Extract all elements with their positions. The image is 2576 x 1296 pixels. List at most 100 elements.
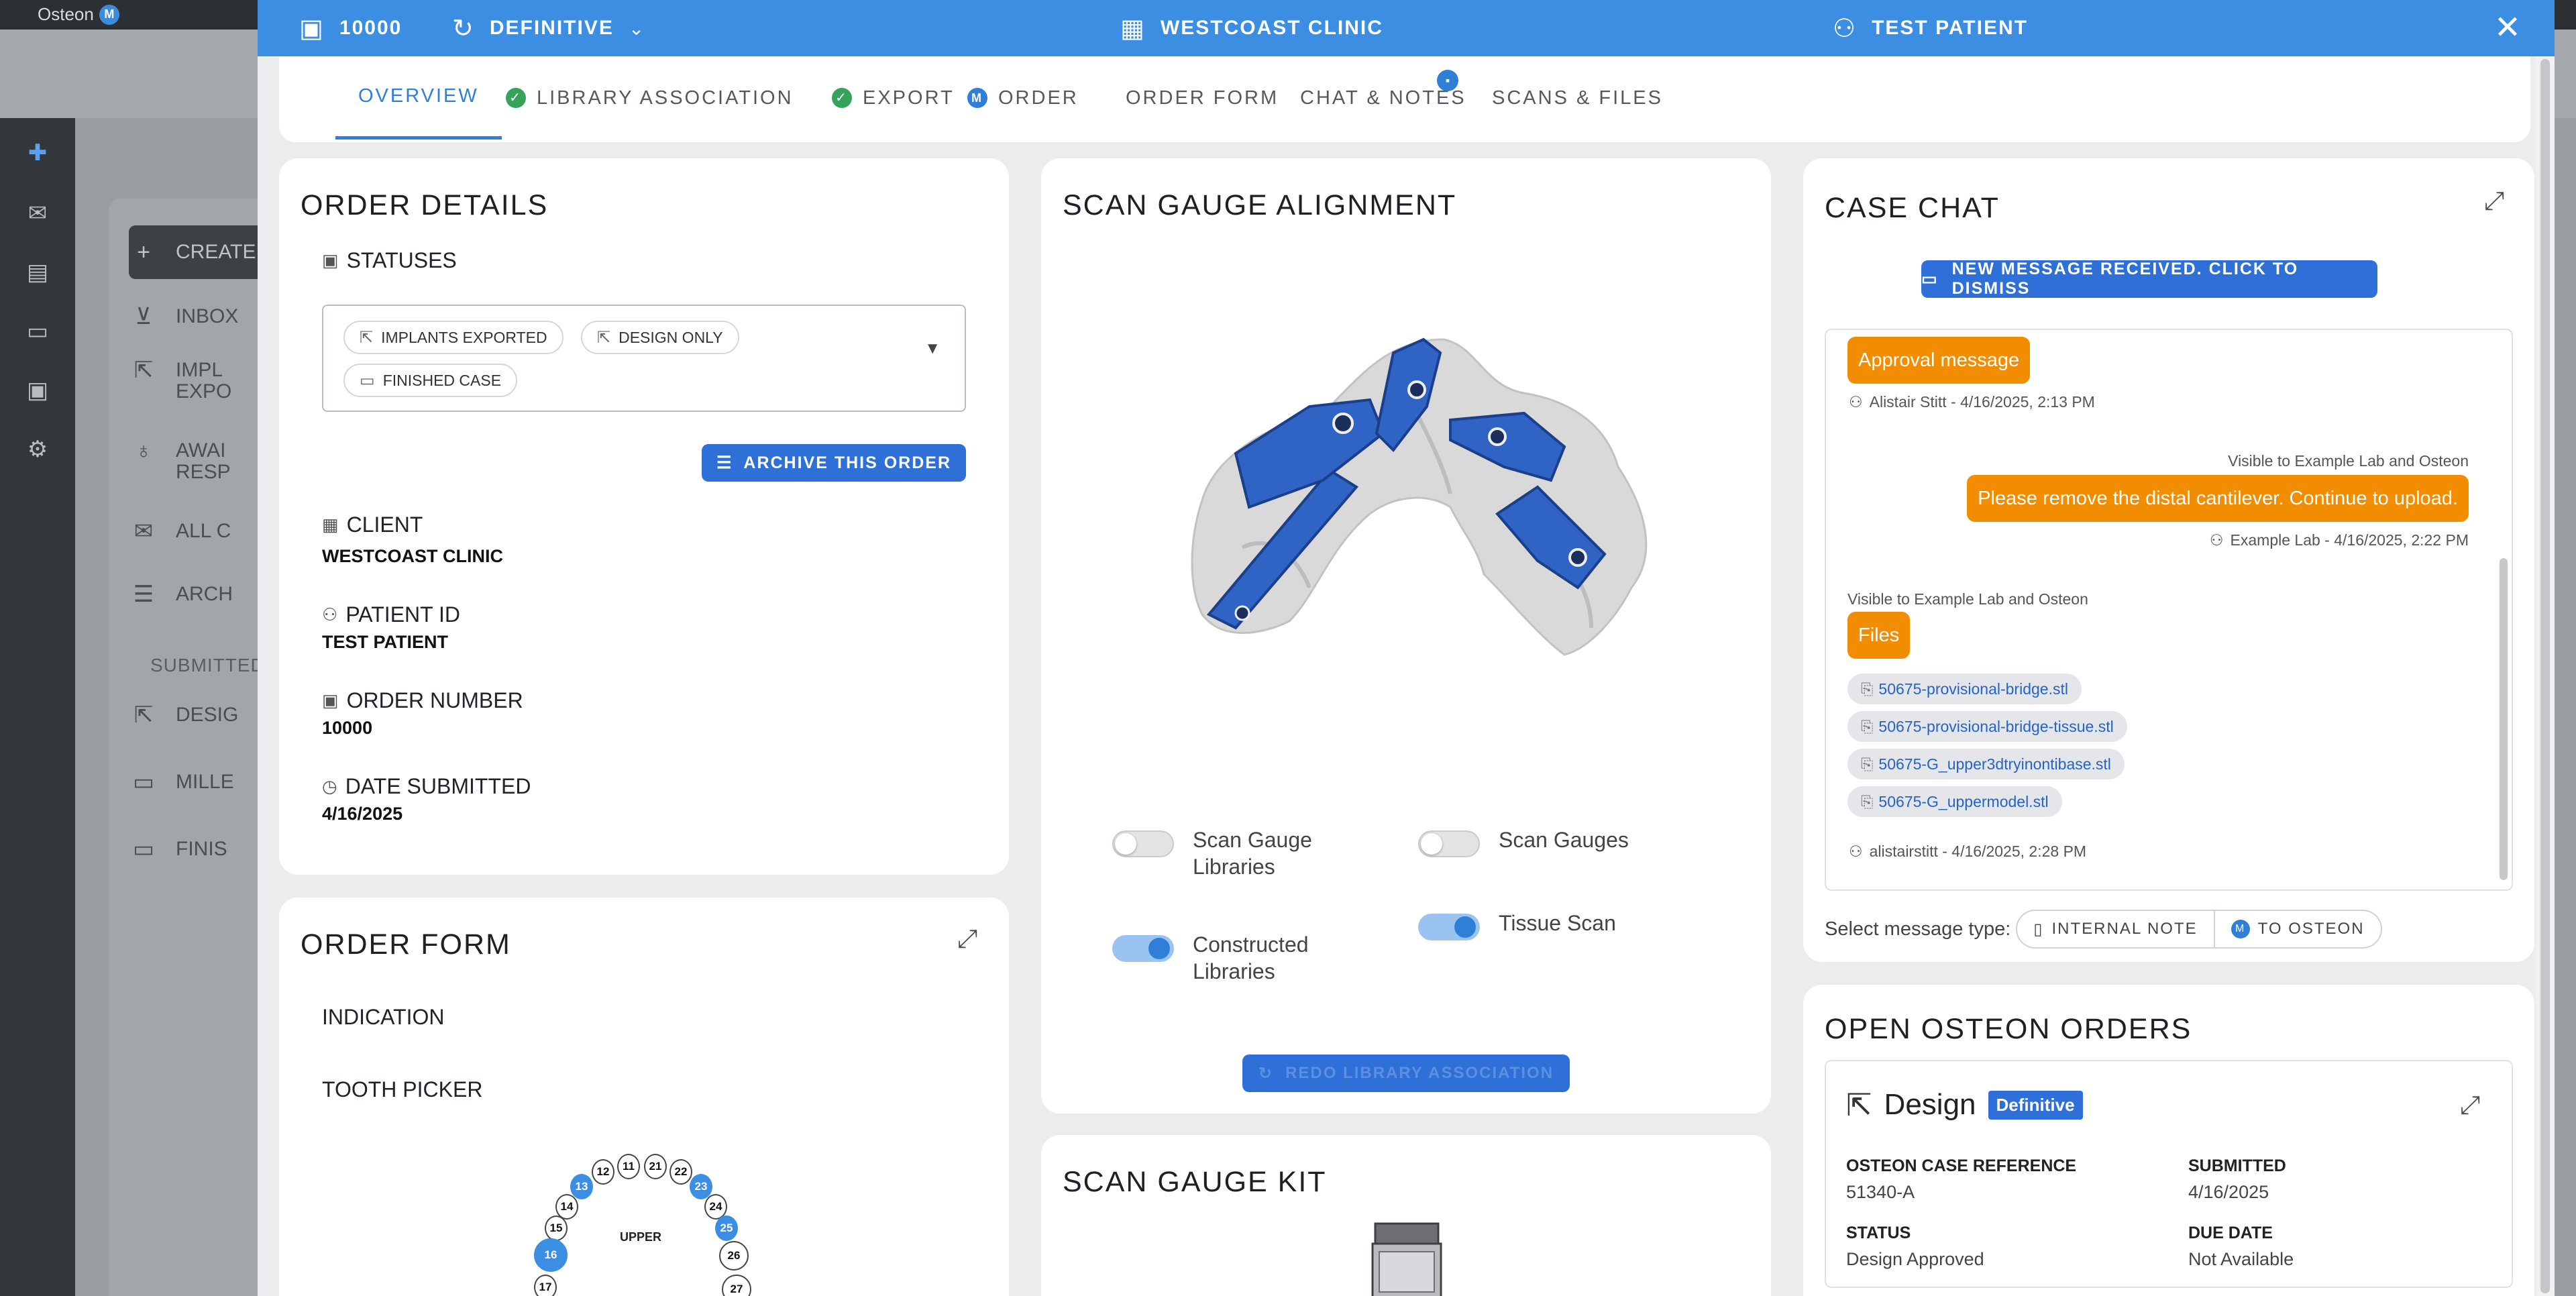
date-submitted-label: DATE SUBMITTED [345,774,531,798]
tooth-21[interactable]: 21 [644,1154,667,1179]
refresh-clock-icon: ↻ [452,14,475,43]
toggle-switch[interactable] [1418,830,1480,857]
chat-message-meta-text: Example Lab - 4/16/2025, 2:22 PM [2230,531,2469,549]
redo-library-association-button[interactable]: ↻ REDO LIBRARY ASSOCIATION [1242,1055,1570,1092]
modal-scrollbar-thumb[interactable] [2540,59,2550,1293]
header-patient-text: TEST PATIENT [1872,17,2028,39]
open-order-name: Design [1884,1088,1976,1121]
clipboard-icon[interactable]: ▣ [23,376,52,405]
order-type-dropdown[interactable]: ↻ DEFINITIVE ⌄ [452,0,645,56]
statuses-heading: ▣ STATUSES [322,248,457,273]
person-icon: ⚇ [1849,393,1863,411]
expand-icon[interactable]: ⤢ [2455,1091,2485,1120]
status-chip-implants-exported[interactable]: ⇱ IMPLANTS EXPORTED [343,321,564,354]
tab-library-association[interactable]: ✓ LIBRARY ASSOCIATION [506,56,794,140]
app-sidebar: ✚ ✉ ▤ ▭ ▣ ⚙ [0,118,75,1296]
tooth-16[interactable]: 16 [534,1238,568,1272]
status-value: Design Approved [1846,1249,1984,1269]
toggle-switch[interactable] [1112,830,1174,857]
message-type-to-osteon[interactable]: M TO OSTEON [2213,911,2381,947]
scan-3d-viewer[interactable] [1162,333,1672,682]
open-order-item[interactable]: ⇱ Design Definitive ⤢ OSTEON CASE REFERE… [1825,1060,2513,1288]
toggle-scan-gauges[interactable]: Scan Gauges [1418,826,1633,857]
kit-lid [1374,1222,1440,1245]
statuses-select[interactable]: ⇱ IMPLANTS EXPORTED ⇱ DESIGN ONLY ▭ FINISHE… [322,305,966,412]
archive-order-button[interactable]: ☰ ARCHIVE THIS ORDER [702,444,966,482]
nav-archived-label: ARCH [176,583,233,605]
chat-message-bubble: Please remove the distal cantilever. Con… [1967,475,2469,522]
tooth-22[interactable]: 22 [669,1159,692,1185]
case-ref-label: OSTEON CASE REFERENCE [1846,1156,2077,1175]
tooth-15[interactable]: 15 [545,1216,568,1241]
file-attachment-link[interactable]: ⎘ 50675-provisional-bridge-tissue.stl [1847,711,2127,742]
tooth-27[interactable]: 27 [722,1275,751,1296]
redo-icon: ↻ [1258,1064,1274,1083]
expand-icon[interactable]: ⤢ [2479,186,2509,216]
inbox-tray-icon: ⊻ [135,304,152,329]
nav-all-label: ALL C [176,520,231,542]
tab-overview[interactable]: OVERVIEW [335,56,502,140]
status-chip-design-only[interactable]: ⇱ DESIGN ONLY [581,321,739,354]
tab-order-form[interactable]: ORDER FORM [1126,56,1279,140]
app-nav-panel: + CREATE ⊻ INBOX ⇱ IMPL EXPO ♁ AWAI RESP ✉ ALL … [109,199,290,1296]
dismiss-new-message-button[interactable]: ▭ NEW MESSAGE RECEIVED. CLICK TO DISMISS [1921,260,2377,298]
file-attachment-link[interactable]: ⎘ 50675-G_uppermodel.stl [1847,786,2062,817]
message-type-internal-note[interactable]: ▯ INTERNAL NOTE [2017,911,2213,947]
toggle-label: Scan Gauge Libraries [1193,828,1312,879]
submitted-value: 4/16/2025 [2188,1182,2269,1202]
inbox-icon[interactable]: ✉ [23,199,52,228]
tab-chat-notes[interactable]: CHAT & NOTES [1300,56,1466,140]
dropdown-caret-icon[interactable]: ▼ [924,339,941,358]
paperclip-icon: ⎘ [1861,755,1874,773]
tray-icon: ▣ [322,690,339,710]
tab-export[interactable]: ✓ EXPORT [832,56,955,140]
tooth-17[interactable]: 17 [534,1275,557,1296]
tab-order[interactable]: M ORDER [967,56,1079,140]
settings-icon[interactable]: ⚙ [23,435,52,464]
open-order-header: ⇱ Design Definitive [1846,1087,2083,1123]
close-icon[interactable]: ✕ [2490,11,2525,46]
chat-message-meta: ⚇ Example Lab - 4/16/2025, 2:22 PM [2210,531,2469,549]
tooth-11[interactable]: 11 [617,1154,640,1179]
scan-gauge-kit-image [1371,1222,1442,1296]
export-icon: ⇱ [360,328,374,347]
tooth-12[interactable]: 12 [592,1159,614,1185]
design-icon: ⇱ [1846,1087,1872,1122]
chat-scrollbar-thumb[interactable] [2500,558,2508,880]
toggle-switch[interactable] [1112,935,1174,962]
status-chip-label: FINISHED CASE [382,371,502,389]
order-details-card: ORDER DETAILS ▣ STATUSES ⇱ IMPLANTS EXPORT… [279,158,1009,875]
nav-milled-label: MILLE [176,771,234,793]
toggle-tissue-scan[interactable]: Tissue Scan [1418,910,1633,940]
toggle-knob [1421,833,1442,855]
file-attachment-link[interactable]: ⎘ 50675-G_upper3dtryinontibase.stl [1847,749,2125,779]
submitted-label: SUBMITTED [2188,1156,2286,1175]
tab-library-association-label: LIBRARY ASSOCIATION [537,87,794,109]
archive-order-label: ARCHIVE THIS ORDER [743,453,952,472]
due-date-label: DUE DATE [2188,1224,2273,1242]
card-icon[interactable]: ▭ [23,317,52,346]
toggle-scan-gauge-libraries[interactable]: Scan Gauge Libraries [1112,826,1327,880]
status-chip-finished-case[interactable]: ▭ FINISHED CASE [343,364,518,397]
person-icon: ⚇ [1849,843,1863,860]
patient-id-value: TEST PATIENT [322,632,448,652]
file-attachment-link[interactable]: ⎘ 50675-provisional-bridge.stl [1847,673,2082,704]
nav-implants-label: IMPL EXPO [176,360,231,402]
scan-gauge-kit-card: SCAN GAUGE KIT [1041,1135,1771,1296]
redo-library-association-label: REDO LIBRARY ASSOCIATION [1285,1064,1554,1082]
add-case-icon[interactable]: ✚ [23,138,52,168]
chat-notification-icon: ▪ [1437,70,1458,91]
tab-scans-files[interactable]: SCANS & FILES [1492,56,1663,140]
nav-design-label: DESIG [176,704,239,726]
nav-finished-label: FINIS [176,838,227,860]
building-icon: ▦ [322,515,339,535]
tooth-25[interactable]: 25 [715,1216,738,1241]
tooth-26[interactable]: 26 [719,1241,749,1271]
chat-message-list[interactable]: Approval message ⚇ Alistair Stitt - 4/16/… [1825,329,2513,891]
modal-scrollbar[interactable] [2536,56,2555,1296]
tooth-13[interactable]: 13 [570,1174,593,1199]
document-icon[interactable]: ▤ [23,258,52,287]
toggle-switch[interactable] [1418,914,1480,940]
finished-bar-icon: ▭ [132,836,155,862]
toggle-constructed-libraries[interactable]: Constructed Libraries [1112,931,1327,985]
